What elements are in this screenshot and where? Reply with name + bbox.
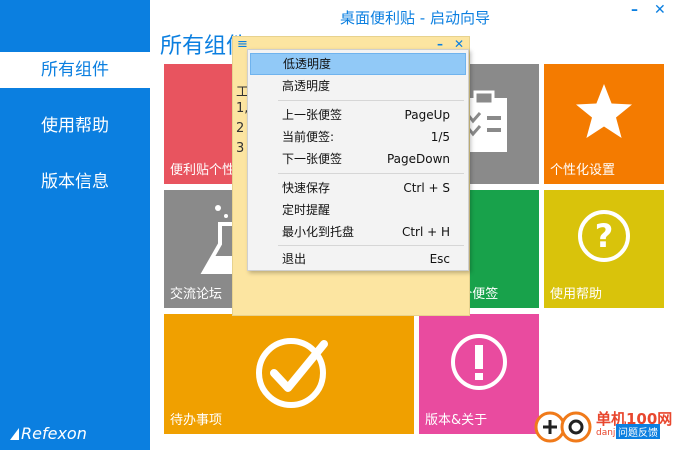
sidebar-item-version-info[interactable]: 版本信息 [0,164,150,200]
tile-label: 待办事项 [170,413,223,428]
sidebar: 所有组件 使用帮助 版本信息 Refexon [0,0,150,450]
menu-item-exit[interactable]: 退出 Esc [250,248,466,270]
note-text-line: 2 [236,121,245,136]
window-close-button[interactable]: ✕ [654,2,666,18]
context-menu: 低透明度 高透明度 上一张便签 PageUp 当前便签: 1/5 下一张便签 Page… [247,49,469,271]
menu-item-high-opacity[interactable]: 高透明度 [250,75,466,97]
menu-item-label: 低透明度 [283,57,332,71]
menu-item-reminder[interactable]: 定时提醒 [250,199,466,221]
menu-item-label: 当前便签: [282,130,335,144]
menu-separator [278,245,464,246]
menu-item-minimize-to-tray[interactable]: 最小化到托盘 Ctrl + H [250,221,466,243]
menu-item-shortcut: Ctrl + H [401,225,450,239]
tile-help[interactable]: ? 使用帮助 [544,190,664,308]
tile-personalization[interactable]: 个性化设置 [544,64,664,184]
exclamation-icon [451,334,507,390]
tile-label: 个性化设置 [550,163,616,178]
tile-version-about[interactable]: 版本&关于 [419,314,539,434]
question-icon: ? [578,210,630,262]
watermark-logo-icon [534,411,592,443]
tile-label: 使用帮助 [550,287,603,302]
tile-todo[interactable]: 待办事项 [164,314,414,434]
menu-item-label: 上一张便签 [282,108,343,122]
menu-item-previous-note[interactable]: 上一张便签 PageUp [250,104,466,126]
menu-item-shortcut: Esc [429,252,450,266]
star-icon [576,84,632,138]
menu-item-shortcut: PageDown [386,152,450,166]
menu-item-shortcut: Ctrl + S [403,181,450,195]
logo-mark-icon [10,428,19,440]
sidebar-item-all-components[interactable]: 所有组件 [0,52,150,88]
note-text-line: 3 [236,141,245,156]
menu-item-shortcut: 1/5 [430,130,450,144]
menu-item-label: 定时提醒 [282,203,331,217]
menu-item-label: 下一张便签 [282,152,343,166]
menu-separator [278,100,464,101]
menu-item-quick-save[interactable]: 快速保存 Ctrl + S [250,177,466,199]
menu-item-label: 最小化到托盘 [282,225,355,239]
tile-label: 交流论坛 [170,287,223,302]
menu-separator [278,173,464,174]
menu-item-next-note[interactable]: 下一张便签 PageDown [250,148,466,170]
menu-item-label: 退出 [282,252,307,266]
window-minimize-button[interactable]: – [631,2,638,18]
logo-text: Refexon [21,424,87,443]
sidebar-item-help[interactable]: 使用帮助 [0,108,150,144]
menu-item-label: 高透明度 [282,79,331,93]
tile-label: 版本&关于 [425,413,488,428]
checkmark-icon [256,338,328,408]
menu-item-current-note[interactable]: 当前便签: 1/5 [250,126,466,148]
svg-text:?: ? [595,217,614,255]
menu-item-shortcut: PageUp [404,108,450,122]
tile-label: 便利贴个性 [170,163,236,178]
menu-item-label: 快速保存 [282,181,331,195]
menu-item-low-opacity[interactable]: 低透明度 [250,53,466,75]
feedback-badge[interactable]: 问题反馈 [616,424,660,439]
refexon-logo: Refexon [10,424,87,443]
